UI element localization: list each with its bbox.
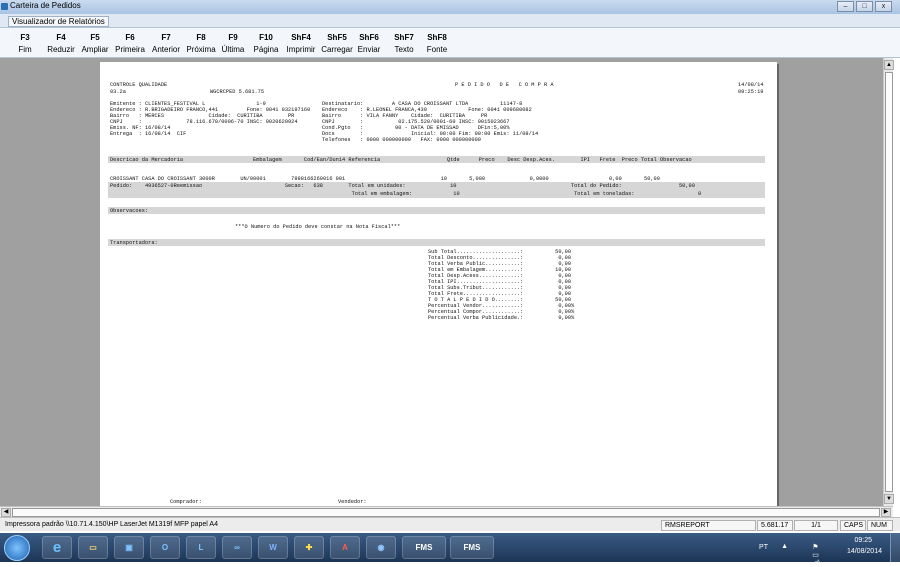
report-date: 14/08/14 <box>738 82 764 88</box>
acrobat-icon[interactable]: A <box>330 536 360 559</box>
close-button[interactable]: x <box>875 1 892 12</box>
pagina-button[interactable]: F10 Página <box>250 33 282 54</box>
imprimir-button[interactable]: ShF4 Imprimir <box>283 33 319 54</box>
carregar-button[interactable]: ShF5 Carregar <box>319 33 355 54</box>
taskbar: e ▭ ▣ O L ∞ W ✚ A ◉ FMS FMS PT ▲ ⚑ ▭ ◁) … <box>0 533 900 567</box>
internet-explorer-icon[interactable]: e <box>42 536 72 559</box>
vertical-scroll-thumb[interactable] <box>885 72 893 492</box>
destinatario-block: Destinatario: A CASA DO CROISSANT LTDA 1… <box>322 101 539 143</box>
observacoes-label: Observacoes: <box>110 208 149 214</box>
ultima-button[interactable]: F9 Última <box>218 33 248 54</box>
fim-button[interactable]: F3 Fim <box>10 33 40 54</box>
transportadora-label: Transportadora: <box>110 240 158 246</box>
clock-date[interactable]: 14/08/2014 <box>847 548 882 555</box>
scroll-left-arrow-icon[interactable]: ◀ <box>1 508 11 517</box>
title-bar: Carteira de Pedidos – □ x <box>0 0 900 14</box>
page-status: 1/1 <box>794 520 838 531</box>
horizontal-scroll-thumb[interactable] <box>12 508 880 517</box>
tray-status-icons[interactable]: ⚑ ▭ ◁) <box>812 543 820 567</box>
emitente-block: Emitente : CLIENTES_FESTIVAL L 1-9 Ender… <box>110 101 311 137</box>
maximize-button[interactable]: □ <box>856 1 873 12</box>
report-title: P E D I D O D E C O M P R A <box>455 82 554 88</box>
anterior-button[interactable]: F7 Anterior <box>148 33 184 54</box>
media-icon[interactable]: ▣ <box>114 536 144 559</box>
report-code: WGCRCPED 5.681.75 <box>210 89 265 95</box>
enviar-button[interactable]: ShF6 Enviar <box>354 33 384 54</box>
report-page: CONTROLE QUALIDADE 03.2a WGCRCPED 5.681.… <box>100 62 777 506</box>
network-app-icon[interactable]: ◉ <box>366 536 396 559</box>
report-time: 09:25:19 <box>738 89 764 95</box>
outlook-icon[interactable]: O <box>150 536 180 559</box>
reduzir-button[interactable]: F4 Reduzir <box>44 33 78 54</box>
tray-arrow-icon[interactable]: ▲ <box>781 543 788 550</box>
order-summary: Sub Total....................: 50,00 Tot… <box>428 249 575 321</box>
scroll-up-arrow-icon[interactable]: ▲ <box>884 60 894 70</box>
fms-app-1[interactable]: FMS <box>402 536 446 559</box>
clock-time[interactable]: 09:25 <box>854 537 872 544</box>
vendedor-label: Vendedor: <box>338 499 367 505</box>
minimize-button[interactable]: – <box>837 1 854 12</box>
file-explorer-icon[interactable]: ▭ <box>78 536 108 559</box>
word-icon[interactable]: W <box>258 536 288 559</box>
fonte-button[interactable]: ShF8 Fonte <box>422 33 452 54</box>
vertical-scrollbar[interactable]: ▲ ▼ <box>883 58 894 506</box>
fms-app-2[interactable]: FMS <box>450 536 494 559</box>
printer-status: Impressora padrão \\10.71.4.150\HP Laser… <box>5 521 218 528</box>
start-button-icon[interactable] <box>4 535 30 561</box>
version-status: 5.681.17 <box>757 520 793 531</box>
report-viewer-tab[interactable]: Visualizador de Relatórios <box>8 16 109 27</box>
app-plus-icon[interactable]: ✚ <box>294 536 324 559</box>
num-status: NUM <box>867 520 893 531</box>
caps-status: CAPS <box>840 520 866 531</box>
primeira-button[interactable]: F6 Primeira <box>112 33 148 54</box>
items-column-header: Descricao da Mercadoria Embalagem Cod/Ea… <box>110 157 692 163</box>
totals-line-1: Pedido: 4936527-0Reemissao Secao: 638 To… <box>110 183 695 189</box>
window-title: Carteira de Pedidos <box>10 1 81 10</box>
scroll-down-arrow-icon[interactable]: ▼ <box>884 494 894 504</box>
app-icon <box>1 3 8 10</box>
infinity-app-icon[interactable]: ∞ <box>222 536 252 559</box>
totals-line-2: Total em embalagem: 10 Total em tonelada… <box>110 191 702 197</box>
lync-icon[interactable]: L <box>186 536 216 559</box>
show-desktop-button[interactable] <box>890 533 900 562</box>
texto-button[interactable]: ShF7 Texto <box>389 33 419 54</box>
scroll-right-arrow-icon[interactable]: ▶ <box>881 508 891 517</box>
status-bar: Impressora padrão \\10.71.4.150\HP Laser… <box>0 517 900 531</box>
report-name-status: RMSREPORT <box>661 520 756 531</box>
proxima-button[interactable]: F8 Próxima <box>183 33 219 54</box>
menu-bar: Visualizador de Relatórios <box>0 14 900 28</box>
report-header-left1: CONTROLE QUALIDADE <box>110 82 168 88</box>
nota-fiscal-notice: ***O Numero do Pedido deve constar na No… <box>235 224 401 230</box>
comprador-label: Comprador: <box>170 499 202 505</box>
toolbar: F3 Fim F4 Reduzir F5 Ampliar F6 Primeira F7 A… <box>0 28 900 58</box>
report-header-left2: 03.2a <box>110 89 126 95</box>
language-indicator[interactable]: PT <box>759 544 768 551</box>
ampliar-button[interactable]: F5 Ampliar <box>79 33 111 54</box>
horizontal-scrollbar[interactable]: ◀ ▶ <box>0 506 893 517</box>
